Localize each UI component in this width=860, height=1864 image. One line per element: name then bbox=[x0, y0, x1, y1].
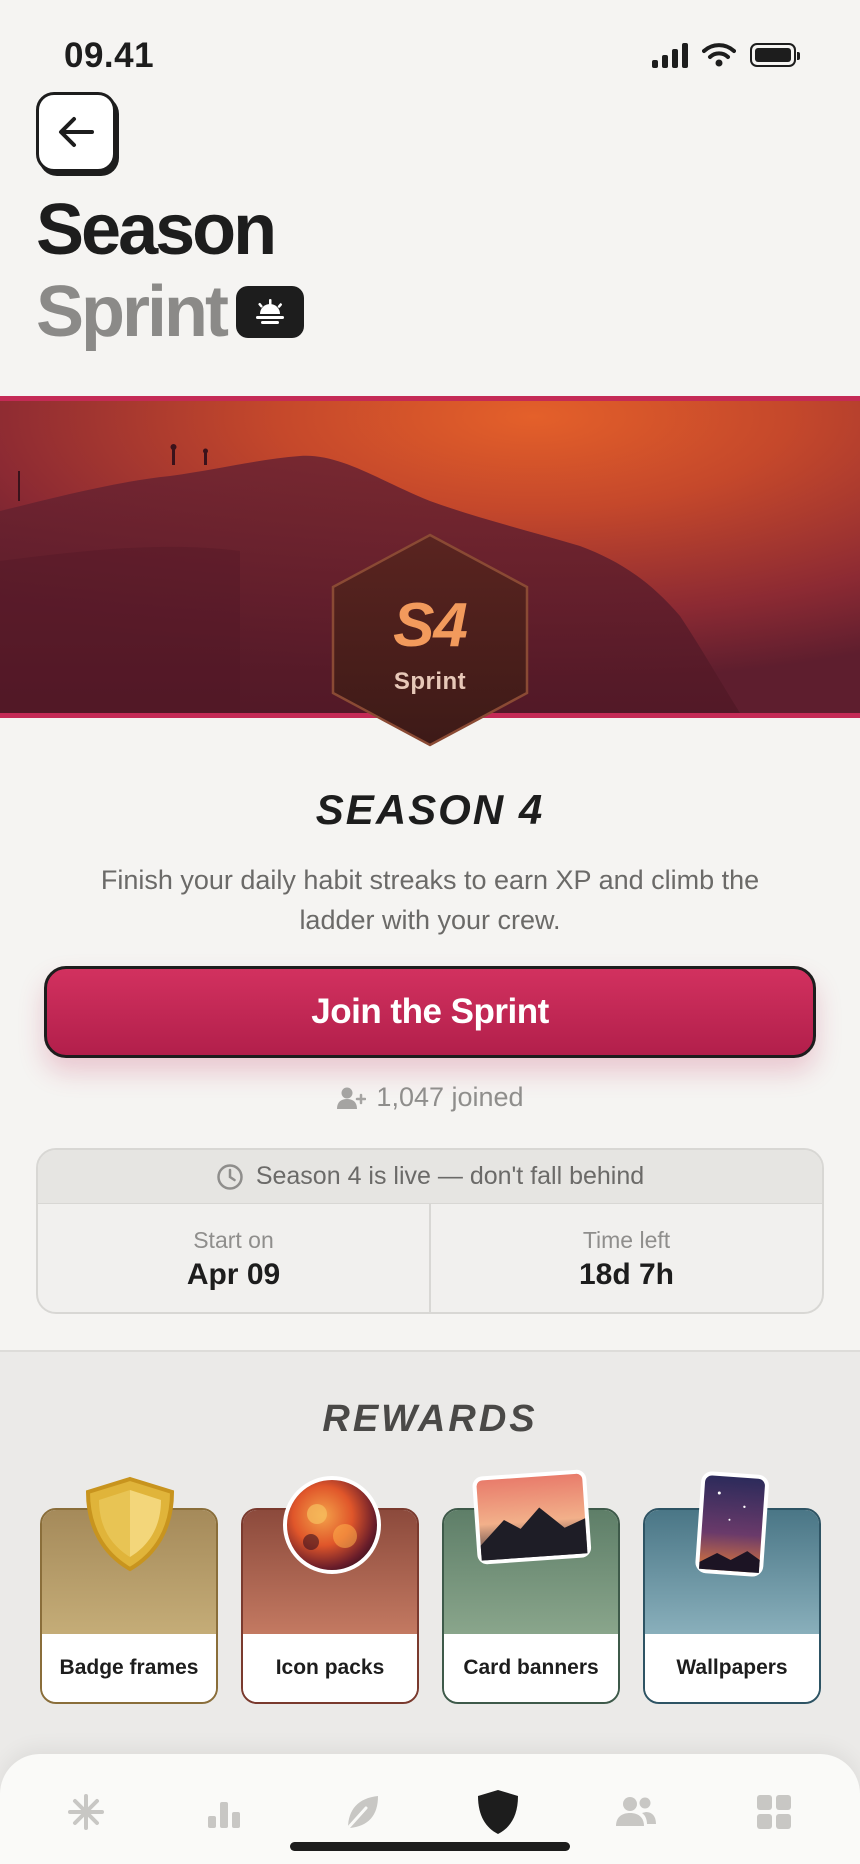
tab-people[interactable] bbox=[608, 1784, 664, 1840]
season-info-card: Season 4 is live — don't fall behind Sta… bbox=[36, 1148, 824, 1314]
status-bar: 09.41 bbox=[0, 0, 860, 110]
reward-label-wallpapers: Wallpapers bbox=[645, 1634, 819, 1702]
tab-stats[interactable] bbox=[196, 1784, 252, 1840]
reward-card-badge-frames[interactable]: Badge frames bbox=[40, 1476, 218, 1704]
tab-leaf[interactable] bbox=[334, 1784, 390, 1840]
battery-icon bbox=[750, 43, 800, 67]
season-description: Finish your daily habit streaks to earn … bbox=[100, 865, 760, 935]
joined-count: 1,047 joined bbox=[0, 1082, 860, 1113]
page-title-line1: Season bbox=[36, 190, 277, 270]
arrow-left-icon bbox=[59, 117, 94, 147]
grid-icon bbox=[757, 1795, 791, 1829]
season-badge-code: S4 bbox=[393, 591, 468, 660]
reward-label-icon-packs: Icon packs bbox=[243, 1634, 417, 1702]
home-indicator bbox=[290, 1842, 570, 1851]
sunrise-icon bbox=[235, 286, 304, 338]
start-date-value: Apr 09 bbox=[186, 1257, 281, 1291]
season-badge: S4 Sprint bbox=[329, 532, 531, 748]
sparkle-icon bbox=[68, 1794, 104, 1830]
people-icon bbox=[616, 1797, 656, 1826]
tab-grid[interactable] bbox=[746, 1784, 802, 1840]
start-date: Start on Apr 09 bbox=[38, 1204, 429, 1312]
season-badge-sub: Sprint bbox=[393, 668, 467, 695]
leaf-icon bbox=[346, 1796, 378, 1830]
season-notice: Season 4 is live — don't fall behind bbox=[38, 1150, 822, 1204]
phone-wallpaper-icon bbox=[693, 1470, 770, 1584]
status-time: 09.41 bbox=[64, 36, 155, 75]
wifi-icon bbox=[702, 43, 736, 67]
time-left: Time left 18d 7h bbox=[429, 1204, 822, 1312]
page-title-line2-text: Sprint bbox=[36, 272, 229, 352]
start-date-label: Start on bbox=[193, 1226, 274, 1253]
signal-icon bbox=[652, 42, 688, 68]
tab-shield[interactable] bbox=[470, 1784, 526, 1840]
season-notice-text: Season 4 is live — don't fall behind bbox=[255, 1162, 645, 1190]
back-button[interactable] bbox=[36, 92, 116, 172]
reward-label-badge-frames: Badge frames bbox=[42, 1634, 216, 1702]
reward-card-wallpapers[interactable]: Wallpapers bbox=[643, 1471, 821, 1704]
reward-card-icon-packs[interactable]: Icon packs bbox=[241, 1476, 419, 1704]
shield-icon bbox=[84, 1476, 176, 1577]
landscape-icon bbox=[471, 1468, 593, 1571]
time-left-value: 18d 7h bbox=[578, 1257, 675, 1291]
clock-icon bbox=[217, 1163, 243, 1190]
orb-icon bbox=[281, 1474, 383, 1581]
season-heading: SEASON 4 bbox=[315, 786, 545, 833]
shield-icon bbox=[478, 1790, 518, 1834]
reward-card-card-banners[interactable]: Card banners bbox=[442, 1469, 620, 1704]
reward-label-card-banners: Card banners bbox=[444, 1634, 618, 1702]
join-sprint-button[interactable]: Join the Sprint bbox=[44, 966, 816, 1058]
rewards-heading: REWARDS bbox=[322, 1398, 538, 1440]
joined-count-text: 1,047 joined bbox=[376, 1082, 524, 1112]
status-icons bbox=[652, 42, 800, 68]
time-left-label: Time left bbox=[582, 1226, 671, 1253]
stats-icon bbox=[208, 1802, 240, 1828]
tab-sparkle[interactable] bbox=[58, 1784, 114, 1840]
add-person-icon bbox=[337, 1087, 367, 1109]
page-title-line2: Sprint bbox=[36, 276, 304, 348]
